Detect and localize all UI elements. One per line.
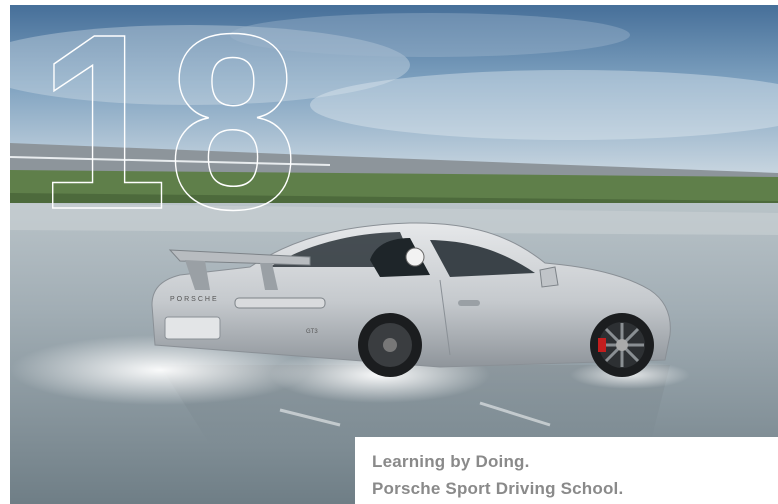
brochure-page: PORSCHE GT3 18 Learning by Doing. Porsch… xyxy=(0,0,778,504)
chapter-number-graphic: 18 xyxy=(38,24,299,220)
caption-tagline: Learning by Doing. xyxy=(372,452,530,471)
chapter-number: 18 xyxy=(38,24,298,220)
model-badge: GT3 xyxy=(306,329,318,335)
rear-badge: PORSCHE xyxy=(170,296,219,303)
caption-box: Learning by Doing. Porsche Sport Driving… xyxy=(355,437,778,504)
caption-title: Porsche Sport Driving School. xyxy=(372,479,624,498)
